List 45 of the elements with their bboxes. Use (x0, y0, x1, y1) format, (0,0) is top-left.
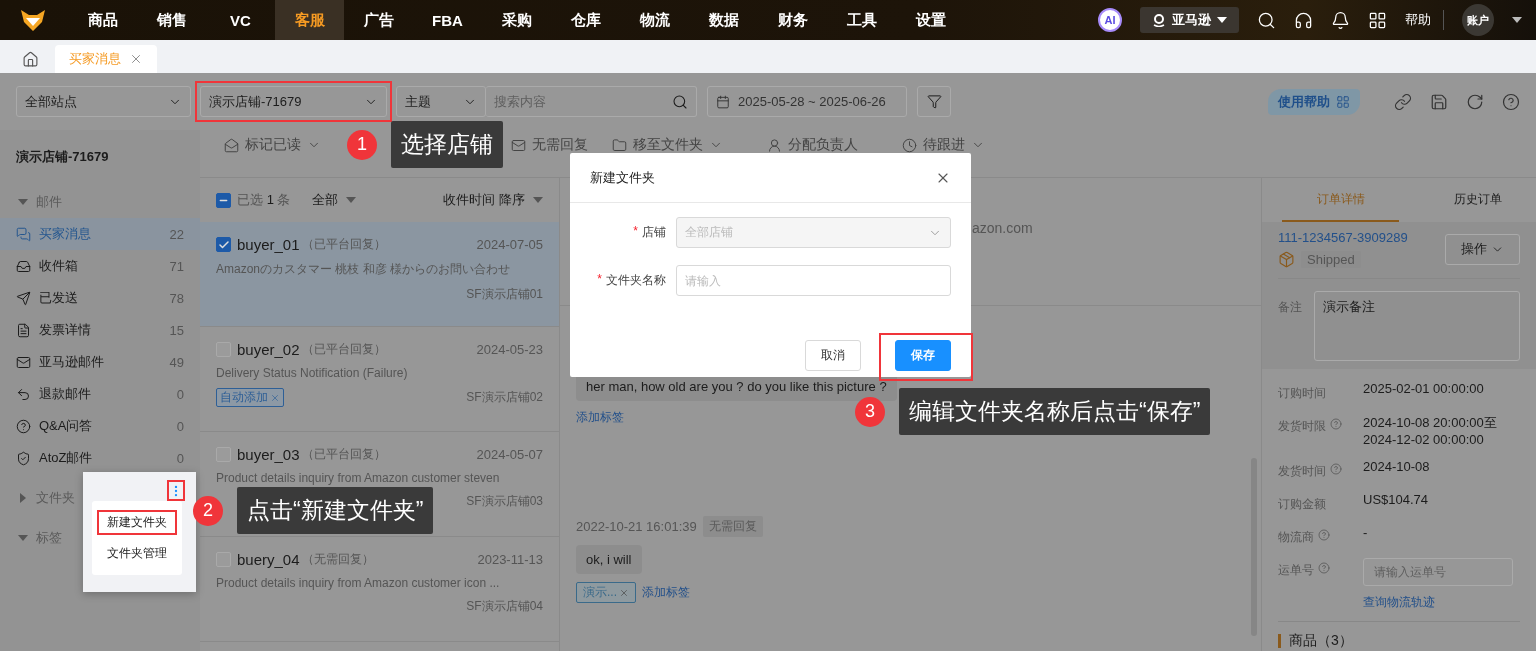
field-value: 2025-02-01 00:00:00 (1363, 381, 1484, 398)
store-name: SF演示店铺02 (466, 389, 543, 406)
field-label: 物流商 (1278, 529, 1314, 546)
message-subject: Product details inquiry from Amazon customer icon ... (216, 576, 501, 590)
callout: 编辑文件夹名称后点击“保存” (899, 388, 1211, 435)
buyer-name: buyer_02 (237, 341, 300, 358)
buyer-name: buyer_01 (237, 236, 300, 253)
field-value: - (1363, 525, 1368, 542)
field-label: 运单号 (1278, 562, 1314, 579)
field-value: US$104.74 (1363, 492, 1429, 509)
selection-count: 已选 1 条 (237, 191, 291, 209)
message-date: 2024-05-07 (476, 447, 543, 462)
field-value: 2024-10-08 20:00:00至 2024-12-02 00:00:00 (1363, 414, 1497, 447)
section-heading: 商品（3） (1289, 632, 1353, 650)
reply-status: （已平台回复） (301, 446, 386, 463)
reply-status: （已平台回复） (301, 236, 386, 253)
store-name: SF演示店铺03 (466, 493, 543, 510)
field-label: 订购时间 (1278, 385, 1326, 402)
step-number: 2 (193, 495, 223, 526)
required-mark: * (633, 224, 638, 240)
buyer-name: buyer_03 (237, 446, 300, 463)
buyer-name: buery_04 (237, 551, 300, 568)
message-subject: Amazonのカスタマー 桃枝 和彦 様からのお問い合わせ (216, 261, 512, 278)
store-name: SF演示店铺04 (466, 598, 543, 615)
store-title: 演示店铺-71679 (15, 148, 110, 166)
callout: 选择店铺 (391, 121, 503, 168)
reply-status: （已平台回复） (301, 341, 386, 358)
required-mark: * (597, 272, 602, 288)
message-date: 2024-07-05 (476, 237, 543, 252)
message-subject: Product details inquiry from Amazon customer steven (216, 471, 501, 485)
field-label: 订购金额 (1278, 496, 1326, 513)
field-value: 2024-10-08 (1363, 459, 1430, 476)
form-label: 店铺 (642, 224, 666, 241)
message-subject: Delivery Status Notification (Failure) (216, 366, 409, 380)
step-number: 1 (347, 129, 377, 160)
message-bubble: ok, i will (576, 545, 642, 574)
message-date: 2023-11-13 (477, 552, 543, 567)
field-label: 发货时限 (1278, 418, 1326, 435)
message-date: 2024-05-23 (476, 342, 543, 357)
field-label: 发货时间 (1278, 463, 1326, 480)
reply-status: （无需回复） (301, 551, 374, 568)
form-label: 文件夹名称 (606, 272, 666, 289)
message-time: 2022-10-21 16:01:39 (576, 519, 697, 534)
store-name: SF演示店铺01 (466, 286, 543, 303)
callout: 点击“新建文件夹” (237, 487, 434, 534)
